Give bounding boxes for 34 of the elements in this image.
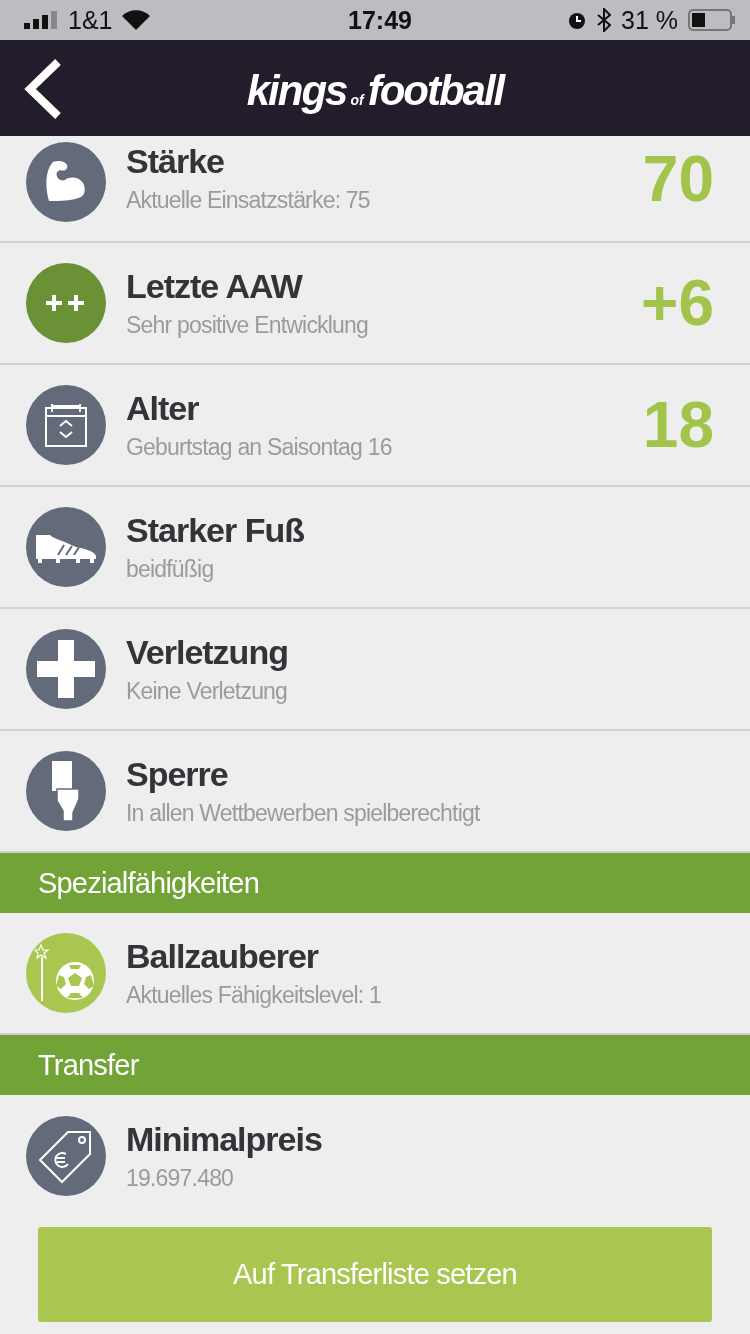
row-title: Starker Fuß	[126, 511, 305, 550]
clock-time: 17:49	[348, 5, 412, 35]
signal-icon	[24, 11, 58, 29]
transfer-list-button[interactable]: Auf Transferliste setzen	[38, 1227, 712, 1322]
battery-percentage: 31 %	[621, 5, 678, 35]
cross-icon	[37, 640, 95, 698]
section-header: Spezialfähigkeiten	[0, 853, 750, 913]
row-subtitle: beidfüßig	[126, 556, 215, 583]
alarm-clock-icon	[567, 10, 588, 30]
battery-icon	[688, 9, 736, 31]
row-title: Letzte AAW	[126, 267, 304, 306]
section-header: Transfer	[0, 1035, 750, 1095]
bluetooth-icon	[597, 8, 612, 32]
row-value: 18	[642, 388, 714, 462]
row-subtitle: 19.697.480	[126, 1165, 235, 1192]
wifi-icon	[122, 10, 151, 30]
row-subtitle: Sehr positive Entwicklung	[126, 312, 370, 339]
row-title: Sperre	[126, 755, 229, 794]
magic-wand-and-ball-icon	[35, 943, 97, 1003]
row-subtitle: In allen Wettbewerben spielberechtigt	[126, 800, 482, 827]
row-title: Ballzauberer	[126, 937, 320, 976]
row-subtitle: Geburtstag an Saisontag 16	[126, 434, 393, 461]
carrier-name: 1&1	[68, 5, 113, 35]
kings-of-football-logo: kings of football	[246, 67, 504, 115]
row-title: Stärke	[126, 142, 225, 181]
price-tag-icon	[38, 1128, 94, 1184]
row-subtitle: Aktuelles Fähigkeitslevel: 1	[126, 982, 382, 1009]
row-title: Minimalpreis	[126, 1120, 323, 1159]
row-title: Verletzung	[126, 633, 289, 672]
row-subtitle: Keine Verletzung	[126, 678, 289, 705]
row-value: +6	[641, 266, 714, 340]
row-title: Alter	[126, 389, 200, 428]
row-subtitle: Aktuelle Einsatzstärke: 75	[126, 187, 371, 214]
row-value: 70	[642, 142, 714, 216]
